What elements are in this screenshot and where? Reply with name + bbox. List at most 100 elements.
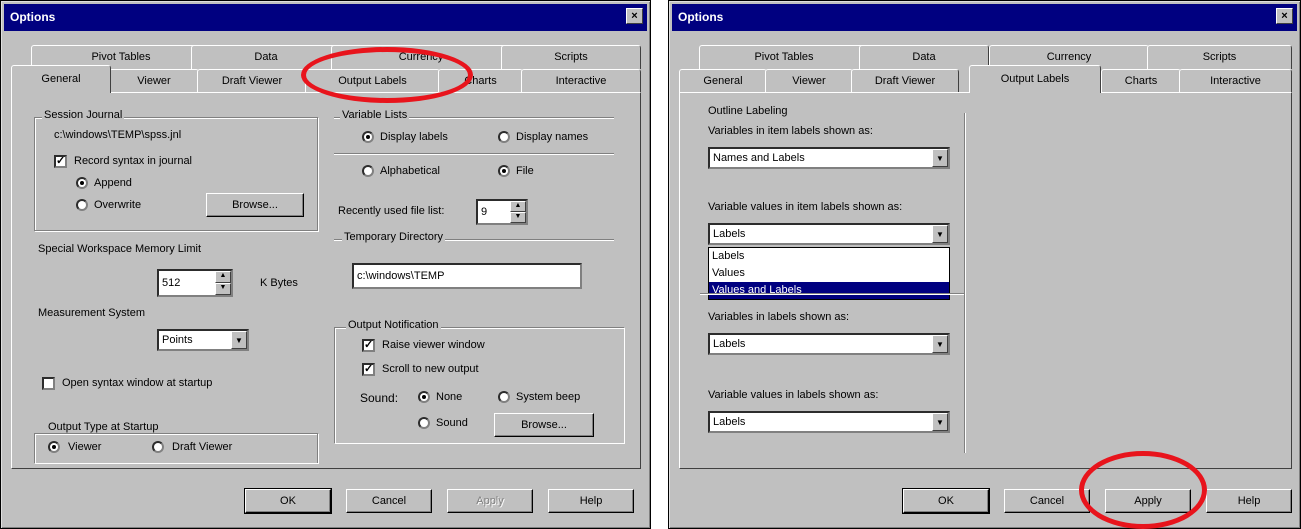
sound-none-label: None <box>436 391 463 403</box>
memory-limit-field[interactable]: 512 ▲ ▼ <box>157 269 233 297</box>
close-button[interactable]: × <box>1276 8 1293 24</box>
tab-panel: Outline Labeling Variables in item label… <box>679 92 1292 469</box>
variable-lists-label: Variable Lists <box>340 109 410 121</box>
tab-scripts[interactable]: Scripts <box>1147 45 1292 69</box>
display-labels-radio[interactable] <box>362 131 374 143</box>
chevron-down-icon[interactable]: ▼ <box>932 335 948 353</box>
file-label: File <box>516 165 534 177</box>
system-beep-label: System beep <box>516 391 581 403</box>
sound-label: Sound: <box>360 391 399 405</box>
tab-general[interactable]: General <box>679 69 767 93</box>
tab-scripts[interactable]: Scripts <box>501 45 641 69</box>
help-label: Help <box>1237 495 1261 507</box>
journal-browse-label: Browse... <box>232 199 278 211</box>
draft-viewer-label: Draft Viewer <box>172 441 233 453</box>
chevron-down-icon[interactable]: ▼ <box>932 149 948 167</box>
draft-viewer-radio[interactable] <box>152 441 164 453</box>
alphabetical-label: Alphabetical <box>380 165 440 177</box>
alphabetical-radio[interactable] <box>362 165 374 177</box>
tab-general[interactable]: General <box>11 65 111 93</box>
tab-charts[interactable]: Charts <box>1101 69 1181 93</box>
chevron-down-icon[interactable]: ▼ <box>932 413 948 431</box>
tab-interactive[interactable]: Interactive <box>1179 69 1292 93</box>
tab-viewer[interactable]: Viewer <box>765 69 853 93</box>
var-labels-dropdown[interactable]: Labels ▼ <box>708 333 950 355</box>
tab-draft-viewer[interactable]: Draft Viewer <box>851 69 959 93</box>
val-item-labels-dropdown[interactable]: Labels ▼ <box>708 223 950 245</box>
options-dialog-output-labels: Options × Pivot Tables Data Currency Scr… <box>668 0 1301 529</box>
tab-interactive[interactable]: Interactive <box>521 69 641 93</box>
sound-browse-button[interactable]: Browse... <box>494 413 594 437</box>
option-labels[interactable]: Labels <box>709 248 949 265</box>
var-labels-value: Labels <box>713 338 746 350</box>
tab-pivot-tables[interactable]: Pivot Tables <box>699 45 869 69</box>
journal-path: c:\windows\TEMP\spss.jnl <box>54 129 182 141</box>
measurement-value: Points <box>162 334 193 346</box>
record-syntax-checkbox[interactable]: ✓ <box>54 155 67 168</box>
cancel-label: Cancel <box>371 495 407 507</box>
file-radio[interactable] <box>498 165 510 177</box>
cancel-button[interactable]: Cancel <box>1004 489 1090 513</box>
tab-panel: Session Journal c:\windows\TEMP\spss.jnl… <box>11 92 641 469</box>
cancel-label: Cancel <box>1029 495 1065 507</box>
title-bar: Options × <box>672 4 1297 31</box>
viewer-radio[interactable] <box>48 441 60 453</box>
output-notification-label: Output Notification <box>346 319 441 331</box>
chevron-down-icon[interactable]: ▼ <box>231 331 247 349</box>
measurement-dropdown[interactable]: Points ▼ <box>157 329 249 351</box>
append-radio[interactable] <box>76 177 88 189</box>
help-button[interactable]: Help <box>548 489 634 513</box>
temp-dir-label: Temporary Directory <box>342 231 446 243</box>
close-button[interactable]: × <box>626 8 643 24</box>
var-item-labels-value: Names and Labels <box>713 152 805 164</box>
panel-divider <box>964 113 966 453</box>
dialog-title: Options <box>10 10 56 24</box>
scroll-output-checkbox[interactable]: ✓ <box>362 363 375 376</box>
tab-charts[interactable]: Charts <box>438 69 523 93</box>
append-label: Append <box>94 177 132 189</box>
val-labels-dropdown[interactable]: Labels ▼ <box>708 411 950 433</box>
option-values-and-labels[interactable]: Values and Labels <box>709 282 949 299</box>
apply-label: Apply <box>476 495 504 507</box>
help-label: Help <box>579 495 603 507</box>
viewer-label: Viewer <box>68 441 102 453</box>
tab-draft-viewer[interactable]: Draft Viewer <box>197 69 307 93</box>
sound-file-radio[interactable] <box>418 417 430 429</box>
open-syntax-label: Open syntax window at startup <box>62 377 213 389</box>
tab-output-labels[interactable]: Output Labels <box>969 65 1101 93</box>
recent-files-field[interactable]: 9 ▲ ▼ <box>476 199 528 225</box>
journal-browse-button[interactable]: Browse... <box>206 193 304 217</box>
raise-viewer-checkbox[interactable]: ✓ <box>362 339 375 352</box>
tab-output-labels[interactable]: Output Labels <box>305 69 440 93</box>
ok-button[interactable]: OK <box>244 488 332 514</box>
sound-browse-label: Browse... <box>521 419 567 431</box>
ok-button[interactable]: OK <box>902 488 990 514</box>
recent-files-spinner[interactable]: ▲ ▼ <box>510 201 526 223</box>
tab-data[interactable]: Data <box>191 45 341 69</box>
memory-spinner[interactable]: ▲ ▼ <box>215 271 231 295</box>
tab-viewer[interactable]: Viewer <box>109 69 199 93</box>
overwrite-radio[interactable] <box>76 199 88 211</box>
chevron-down-icon[interactable]: ▼ <box>932 225 948 243</box>
session-journal-label: Session Journal <box>42 109 125 121</box>
options-dialog-general: Options × Pivot Tables Data Currency Scr… <box>0 0 651 529</box>
val-labels-value: Labels <box>713 416 746 428</box>
title-bar: Options × <box>4 4 647 31</box>
memory-limit-value: 512 <box>162 277 181 289</box>
option-values[interactable]: Values <box>709 265 949 282</box>
system-beep-radio[interactable] <box>498 391 510 403</box>
help-button[interactable]: Help <box>1206 489 1292 513</box>
apply-button[interactable]: Apply <box>1105 489 1191 513</box>
cancel-button[interactable]: Cancel <box>346 489 432 513</box>
sound-none-radio[interactable] <box>418 391 430 403</box>
display-names-radio[interactable] <box>498 131 510 143</box>
memory-limit-label: Special Workspace Memory Limit <box>38 243 202 255</box>
apply-button[interactable]: Apply <box>447 489 533 513</box>
tab-currency[interactable]: Currency <box>331 45 511 69</box>
open-syntax-checkbox[interactable] <box>42 377 55 390</box>
val-item-labels-label: Variable values in item labels shown as: <box>708 201 903 213</box>
temp-dir-input[interactable]: c:\windows\TEMP <box>352 263 582 289</box>
var-item-labels-dropdown[interactable]: Names and Labels ▼ <box>708 147 950 169</box>
record-syntax-label: Record syntax in journal <box>74 155 193 167</box>
temp-dir-value: c:\windows\TEMP <box>357 270 445 282</box>
